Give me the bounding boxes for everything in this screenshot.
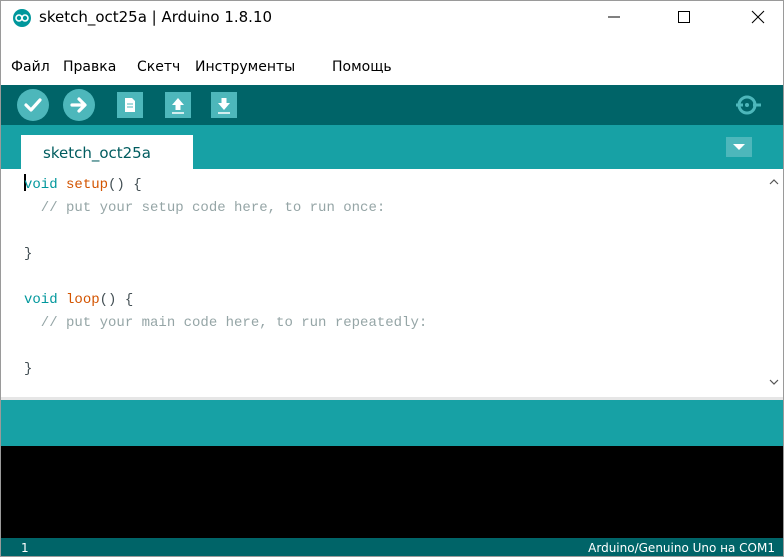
arduino-logo-icon <box>13 9 31 27</box>
arduino-ide-window: sketch_oct25a | Arduino 1.8.10 Файл Прав… <box>0 0 784 557</box>
menu-edit[interactable]: Правка <box>63 59 116 75</box>
menu-bar: Файл Правка Скетч Инструменты Помощь <box>1 57 783 81</box>
code-punctuation: () { <box>108 177 142 193</box>
tab-label: sketch_oct25a <box>43 144 151 162</box>
code-line: // put your setup code here, to run once… <box>24 200 385 216</box>
menu-sketch[interactable]: Скетч <box>137 59 180 75</box>
chevron-down-icon <box>733 144 745 150</box>
save-button[interactable] <box>211 92 237 118</box>
window-title: sketch_oct25a | Arduino 1.8.10 <box>39 8 273 26</box>
serial-monitor-icon <box>736 95 761 115</box>
upload-icon <box>70 97 87 113</box>
scroll-up-icon[interactable] <box>767 175 781 189</box>
menu-tools[interactable]: Инструменты <box>195 59 295 75</box>
board-port-info: Arduino/Genuino Uno на COM1 <box>588 541 775 555</box>
code-comment: // put your setup code here, to run once… <box>24 200 386 216</box>
code-comment: // put your main code here, to run repea… <box>24 315 428 331</box>
code-function: loop <box>57 292 100 308</box>
tab-strip: sketch_oct25a <box>1 125 783 169</box>
maximize-icon <box>678 11 690 23</box>
tab-sketch[interactable]: sketch_oct25a <box>21 135 193 169</box>
title-bar[interactable]: sketch_oct25a | Arduino 1.8.10 <box>1 1 783 33</box>
close-button[interactable] <box>735 1 781 33</box>
code-punctuation: () { <box>99 292 134 308</box>
code-editor[interactable]: void setup() { // put your setup code he… <box>1 169 783 397</box>
line-number: 1 <box>21 541 29 555</box>
message-area <box>1 400 783 446</box>
code-line: } <box>24 361 32 377</box>
code-punctuation: } <box>24 246 33 262</box>
code-keyword: void <box>24 177 58 193</box>
code-line: } <box>24 246 32 262</box>
code-function: setup <box>57 177 109 193</box>
menu-help[interactable]: Помощь <box>332 59 392 75</box>
arrow-down-icon <box>218 98 230 114</box>
verify-button[interactable] <box>17 89 49 121</box>
serial-monitor-button[interactable] <box>733 90 765 120</box>
code-punctuation: } <box>24 361 33 377</box>
tab-menu-button[interactable] <box>726 137 752 157</box>
minimize-icon <box>608 16 620 18</box>
open-button[interactable] <box>165 92 191 118</box>
toolbar <box>1 85 783 125</box>
new-file-icon <box>125 98 135 112</box>
verify-icon <box>24 98 42 112</box>
close-icon <box>751 10 765 24</box>
console-output[interactable] <box>1 446 783 538</box>
scroll-down-icon[interactable] <box>767 375 781 389</box>
code-line: void loop() { <box>24 292 133 308</box>
minimize-button[interactable] <box>591 1 637 33</box>
status-bar: 1 Arduino/Genuino Uno на COM1 <box>1 538 783 556</box>
new-sketch-button[interactable] <box>117 92 143 118</box>
code-line: void setup() { <box>24 177 142 193</box>
menu-file[interactable]: Файл <box>11 59 50 75</box>
code-line: // put your main code here, to run repea… <box>24 315 427 331</box>
upload-button[interactable] <box>63 89 95 121</box>
code-keyword: void <box>24 292 58 308</box>
arrow-up-icon <box>172 98 184 114</box>
maximize-button[interactable] <box>661 1 707 33</box>
